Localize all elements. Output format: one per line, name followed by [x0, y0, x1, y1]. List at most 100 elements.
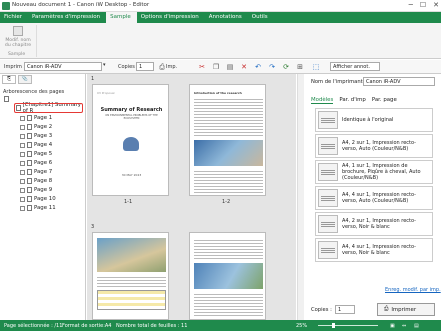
page-icon: [27, 151, 32, 157]
tab-page-tree[interactable]: ⎘: [2, 75, 16, 84]
doc-title: Summary of Research: [100, 107, 163, 113]
tree-page-item[interactable]: Page 9: [20, 186, 52, 194]
ribbon-divider: [36, 25, 37, 57]
preset-item[interactable]: A4, 2 sur 1, Impression recto-verso, Aut…: [315, 134, 433, 158]
tree-page-item[interactable]: Page 7: [20, 168, 52, 176]
tab-models[interactable]: Modèles: [311, 97, 334, 104]
fit-page-icon[interactable]: ▣: [390, 323, 395, 329]
save-settings-link[interactable]: Enreg. modif. par imp.: [385, 287, 441, 293]
tree-root[interactable]: [4, 95, 9, 103]
page-thumbnail-1-1[interactable]: 03 Proposal Summary of Research ON ENVIR…: [92, 84, 169, 196]
zoom-fit-icon[interactable]: ⊞: [296, 63, 304, 71]
paste-icon[interactable]: ▤: [226, 63, 234, 71]
zoom-slider-thumb[interactable]: [332, 323, 335, 328]
page-icon: [27, 196, 32, 202]
tab-page-params[interactable]: Par. page: [372, 97, 397, 104]
tab-fichier[interactable]: Fichier: [0, 12, 28, 23]
page-checkbox[interactable]: [20, 196, 25, 202]
page-checkbox[interactable]: [20, 124, 25, 130]
close-icon[interactable]: ✕: [433, 1, 439, 9]
page-checkbox[interactable]: [20, 151, 25, 157]
print-icon: ⎙: [384, 306, 389, 312]
page-view-icon[interactable]: ▤: [414, 323, 419, 329]
tab-tools[interactable]: Outils: [248, 12, 274, 23]
tab-annotations[interactable]: Annotations: [205, 12, 248, 23]
rename-icon: [13, 26, 23, 36]
preset-item[interactable]: A4, 1 sur 1, Impression de brochure, Piq…: [315, 160, 433, 184]
rename-chapter-button[interactable]: Modif. nom du chapitre: [4, 26, 32, 48]
page-checkbox[interactable]: [20, 133, 25, 139]
page-thumbnail-3-2[interactable]: [189, 232, 266, 320]
root-doc-icon: [4, 96, 9, 102]
printer-name-select[interactable]: Canon iR-ADV: [363, 77, 435, 86]
page-icon: [27, 124, 32, 130]
tree-page-item[interactable]: Page 10: [20, 195, 56, 203]
printer-select[interactable]: Canon iR-ADV: [24, 62, 102, 71]
printer-name-label: Nom de l'imprimante :: [311, 79, 370, 85]
copy-icon[interactable]: ❐: [212, 63, 220, 71]
tree-page-item[interactable]: Page 3: [20, 132, 52, 140]
text-block: [194, 238, 263, 260]
copies-stepper[interactable]: 1: [136, 62, 154, 71]
tree-page-item[interactable]: Page 11: [20, 204, 56, 212]
printer-select-value: Canon iR-ADV: [27, 64, 62, 70]
preset-label: A4, 4 sur 1, Impression recto-verso, Aut…: [342, 192, 416, 204]
text-block: [194, 292, 263, 316]
tree-page-item[interactable]: Page 8: [20, 177, 52, 185]
page-checkbox[interactable]: [20, 160, 25, 166]
doc-date: 30 MAY 2023: [121, 173, 142, 177]
page-checkbox[interactable]: [20, 115, 25, 121]
preset-item[interactable]: A4, 2 sur 1, Impression recto-verso, Noi…: [315, 212, 433, 236]
page-thumbnail-3-1[interactable]: [92, 232, 169, 320]
print-button[interactable]: ⎙ Imprimer: [377, 303, 435, 316]
data-table: [97, 290, 166, 310]
tree-page-item[interactable]: Page 6: [20, 159, 52, 167]
tree-page-item[interactable]: Page 1: [20, 114, 52, 122]
maximize-icon[interactable]: ☐: [420, 1, 426, 9]
zoom-level[interactable]: 25%: [296, 323, 307, 329]
tree-page-item[interactable]: Page 4: [20, 141, 52, 149]
page-checkbox[interactable]: [20, 178, 25, 184]
tab-print-settings[interactable]: Paramètres d'impression: [28, 12, 106, 23]
page-icon: [27, 187, 32, 193]
preset-item[interactable]: Identique à l'original: [315, 108, 433, 132]
printer-icon[interactable]: ⎙: [158, 63, 166, 71]
preset-thumbnail: [318, 189, 338, 207]
page-checkbox[interactable]: [20, 142, 25, 148]
panel-copies-stepper[interactable]: 1: [335, 305, 355, 314]
print-settings-panel: Nom de l'imprimante : Canon iR-ADV Modèl…: [305, 74, 441, 320]
tab-print-options[interactable]: Options d'impression: [137, 12, 205, 23]
view-mode-icon[interactable]: ⬚: [312, 63, 320, 71]
zoom-slider[interactable]: [318, 325, 378, 326]
fit-width-icon[interactable]: ⇔: [402, 323, 406, 329]
page-thumbnail-1-2[interactable]: Introduction of the research: [189, 84, 266, 196]
tree-title: Arborescence des pages: [3, 89, 65, 95]
tree-page-item[interactable]: Page 2: [20, 123, 52, 131]
preset-item[interactable]: A4, 4 sur 1, Impression recto-verso, Aut…: [315, 186, 433, 210]
menu-bar: Fichier Paramètres d'impression Sample O…: [0, 12, 441, 23]
redo-icon[interactable]: ↷: [268, 63, 276, 71]
tab-sample[interactable]: Sample: [106, 12, 137, 23]
status-selected-page: Page sélectionnée : /11: [4, 323, 63, 329]
page-checkbox[interactable]: [20, 169, 25, 175]
tree-page-item[interactable]: Page 5: [20, 150, 52, 158]
preset-item[interactable]: A4, 4 sur 1, Impression recto-verso, Noi…: [315, 238, 433, 262]
cut-icon[interactable]: ✂: [198, 63, 206, 71]
tab-print-params[interactable]: Par. d'imp: [339, 97, 366, 104]
rotate-icon[interactable]: ⟳: [282, 63, 290, 71]
show-annotations-toggle[interactable]: Afficher annot.: [330, 62, 380, 71]
page-label: Page 5: [34, 151, 53, 157]
tab-attachments[interactable]: 📎: [18, 75, 32, 84]
preset-thumbnail: [318, 241, 338, 259]
undo-icon[interactable]: ↶: [254, 63, 262, 71]
canvas-scrollbar[interactable]: [297, 74, 304, 320]
minimize-icon[interactable]: ─: [409, 1, 413, 9]
page-label: Page 8: [34, 178, 53, 184]
panel-tabs: ⎘ 📎: [2, 75, 32, 84]
page-checkbox[interactable]: [20, 187, 25, 193]
doc-subtitle: ON ENVIRONMENTAL PROBLEMS OF THE ECOSYST…: [105, 114, 158, 120]
delete-icon[interactable]: ✕: [240, 63, 248, 71]
page-label: Page 7: [34, 169, 53, 175]
page-checkbox[interactable]: [20, 205, 25, 211]
app-icon: [2, 2, 10, 10]
